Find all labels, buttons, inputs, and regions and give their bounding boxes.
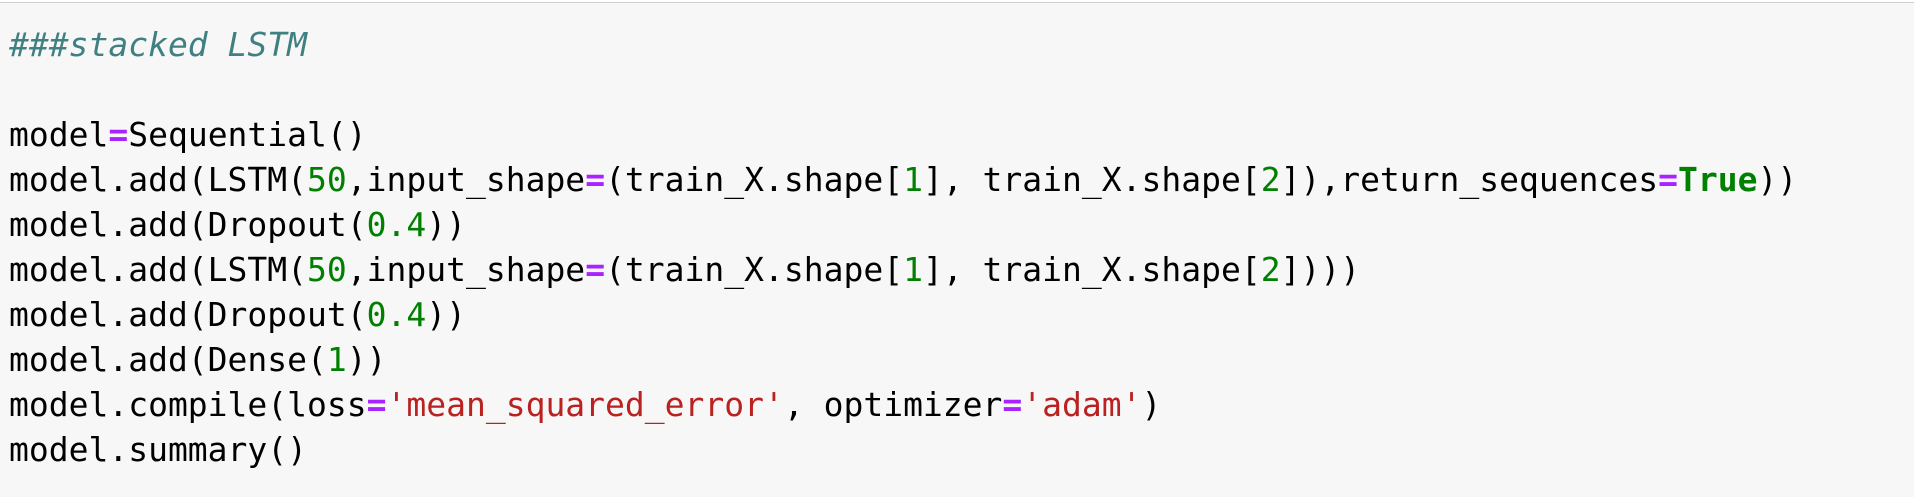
code-token-num: 1	[903, 250, 923, 289]
code-token-str: 'adam'	[1022, 385, 1142, 424]
code-token-comment: ###stacked LSTM	[9, 25, 308, 64]
code-token-plain: model.add(Dense(	[9, 340, 327, 379]
code-token-plain: model.add(LSTM(	[9, 250, 308, 289]
code-token-plain: model.compile(loss	[9, 385, 367, 424]
code-token-plain: ))	[426, 205, 466, 244]
code-token-plain: ,input_shape	[346, 160, 586, 199]
code-token-op: =	[1658, 160, 1678, 199]
code-token-op: =	[585, 160, 606, 199]
code-token-num: 50	[307, 250, 347, 289]
code-token-num: 0.4	[366, 295, 427, 334]
code-token-plain: Sequential()	[128, 115, 367, 154]
code-token-num: 2	[1260, 250, 1281, 289]
code-token-op: =	[1002, 385, 1023, 424]
code-line[interactable]: model.compile(loss='mean_squared_error',…	[9, 382, 1797, 427]
code-token-plain: ], train_X.shape[	[922, 160, 1261, 199]
code-token-num: 1	[903, 160, 923, 199]
code-token-num: 1	[326, 340, 347, 379]
code-token-plain: ))	[426, 295, 466, 334]
code-token-plain: model.summary()	[9, 430, 308, 469]
code-token-plain: ]),return_sequences	[1280, 160, 1659, 199]
code-token-str: 'mean_squared_error'	[386, 385, 784, 424]
code-token-num: 2	[1260, 160, 1281, 199]
code-token-plain: ,input_shape	[346, 250, 586, 289]
code-token-op: =	[366, 385, 387, 424]
code-token-plain: ))	[346, 340, 387, 379]
code-line[interactable]: model.add(Dense(1))	[9, 337, 1797, 382]
code-token-plain: model.add(LSTM(	[9, 160, 308, 199]
code-line[interactable]	[9, 67, 1797, 112]
code-token-plain: , optimizer	[783, 385, 1003, 424]
code-token-num: 50	[307, 160, 347, 199]
code-token-plain: model.add(Dropout(	[9, 295, 367, 334]
code-token-plain: ))	[1757, 160, 1798, 199]
code-token-plain: )	[1141, 385, 1162, 424]
code-token-op: =	[585, 250, 606, 289]
code-line[interactable]: model.add(LSTM(50,input_shape=(train_X.s…	[9, 247, 1797, 292]
code-token-plain: (train_X.shape[	[605, 160, 904, 199]
code-line[interactable]: model=Sequential()	[9, 112, 1797, 157]
code-line[interactable]: model.add(LSTM(50,input_shape=(train_X.s…	[9, 157, 1797, 202]
code-token-plain: model.add(Dropout(	[9, 205, 367, 244]
code-line[interactable]: ###stacked LSTM	[9, 22, 1797, 67]
code-line[interactable]: model.add(Dropout(0.4))	[9, 202, 1797, 247]
code-token-op: =	[108, 115, 129, 154]
code-line[interactable]: model.add(Dropout(0.4))	[9, 292, 1797, 337]
code-editor[interactable]: ###stacked LSTM model=Sequential() model.a…	[9, 22, 1797, 472]
code-token-plain: ])))	[1280, 250, 1361, 289]
code-token-plain: model	[9, 115, 109, 154]
code-line[interactable]: model.summary()	[9, 427, 1797, 472]
code-token-num: 0.4	[366, 205, 427, 244]
code-cell[interactable]: ###stacked LSTM model=Sequential() model.a…	[0, 2, 1914, 497]
code-token-kw: True	[1677, 160, 1758, 199]
code-token-plain: (train_X.shape[	[605, 250, 904, 289]
code-token-plain: ], train_X.shape[	[922, 250, 1261, 289]
